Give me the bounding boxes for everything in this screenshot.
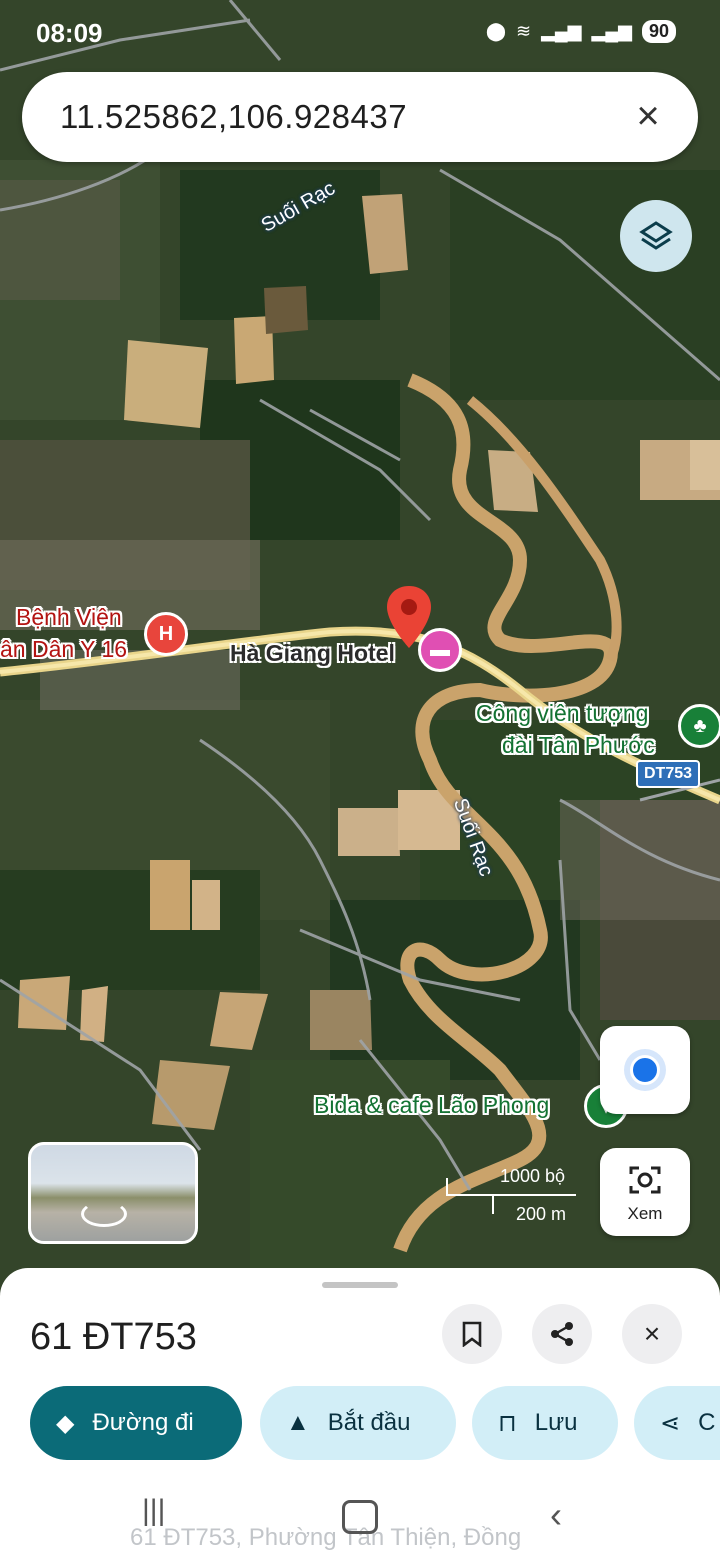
lens-view-button[interactable]: Xem [600, 1148, 690, 1236]
camera-lens-icon [629, 1166, 661, 1194]
location-icon: ⬤ [485, 21, 506, 41]
directions-button[interactable]: ◆ Đường đi [30, 1386, 242, 1460]
share-label: C [698, 1409, 716, 1436]
navigation-arrow-icon: ▲ [286, 1409, 310, 1436]
action-chips: ◆ Đường đi ▲ Bắt đầu ⊓ Lưu ⋖ C [30, 1386, 720, 1460]
close-icon: × [643, 1318, 661, 1349]
place-sheet: 61 ĐT753 × ◆ Đường đi ▲ Bắt đầu ⊓ Lưu ⋖ … [0, 1268, 720, 1560]
sheet-drag-handle[interactable] [322, 1282, 398, 1288]
hospital-icon[interactable]: H [144, 612, 188, 656]
bookmark-button[interactable] [442, 1304, 502, 1364]
battery-icon: 90 [641, 20, 676, 43]
cafe-label[interactable]: Bida & cafe Lão Phong [314, 1092, 549, 1119]
rotate-360-icon [81, 1201, 127, 1227]
share-icon [551, 1322, 573, 1346]
my-location-icon [630, 1055, 660, 1085]
park-label[interactable]: đài Tân Phước [502, 732, 655, 759]
my-location-button[interactable] [600, 1026, 690, 1114]
tree-icon[interactable]: ♣ [678, 704, 720, 748]
save-label: Lưu [534, 1409, 578, 1436]
share-icon: ⋖ [660, 1409, 681, 1437]
directions-icon: ◆ [56, 1409, 75, 1437]
scale-bar: 1000 bộ 200 m [446, 1162, 576, 1232]
park-label[interactable]: Công viên tượng [476, 700, 648, 727]
scale-metric: 200 m [516, 1204, 567, 1224]
location-pin-icon[interactable] [384, 584, 434, 650]
hospital-label[interactable]: ân Dân Y 16 [0, 636, 127, 663]
system-nav-bar: ||| ‹ [0, 1488, 720, 1560]
layers-icon [639, 221, 673, 250]
directions-label: Đường đi [92, 1409, 194, 1436]
start-button[interactable]: ▲ Bắt đầu [260, 1386, 456, 1460]
status-bar: 08:09 ⬤ ≋ ▂▄▆ ▂▄▆ 90 [0, 0, 720, 66]
lens-view-label: Xem [627, 1204, 663, 1223]
back-icon[interactable]: ‹ [550, 1494, 562, 1536]
search-bar[interactable]: 11.525862,106.928437 × [22, 72, 698, 162]
recent-apps-icon[interactable]: ||| [142, 1494, 165, 1528]
street-view-thumbnail[interactable] [28, 1142, 198, 1244]
share-button[interactable] [532, 1304, 592, 1364]
place-title: 61 ĐT753 [30, 1316, 197, 1358]
close-button[interactable]: × [622, 1304, 682, 1364]
save-button[interactable]: ⊓ Lưu [472, 1386, 618, 1460]
signal-icon: ▂▄▆ [591, 21, 632, 41]
close-icon[interactable]: × [624, 92, 672, 140]
layers-button[interactable] [620, 200, 692, 272]
search-input[interactable]: 11.525862,106.928437 [60, 98, 407, 136]
bookmark-icon [462, 1321, 482, 1347]
clock: 08:09 [36, 18, 103, 48]
wifi-icon: ≋ [515, 21, 532, 41]
scale-imperial: 1000 bộ [500, 1166, 566, 1186]
hotel-label[interactable]: Hà Giang Hotel [230, 640, 395, 667]
bookmark-icon: ⊓ [498, 1409, 517, 1437]
share-chip[interactable]: ⋖ C [634, 1386, 720, 1460]
hospital-label[interactable]: Bệnh Viện [16, 604, 122, 631]
start-label: Bắt đầu [327, 1409, 411, 1436]
road-shield: DT753 [636, 760, 701, 788]
signal-icon: ▂▄▆ [541, 21, 582, 41]
home-icon[interactable] [342, 1500, 378, 1534]
